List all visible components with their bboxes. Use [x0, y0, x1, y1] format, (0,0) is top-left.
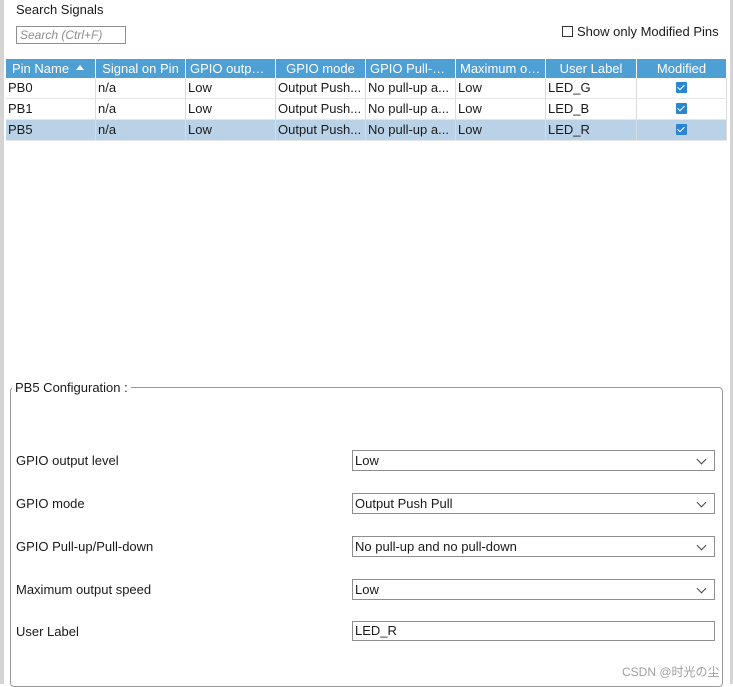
- show-modified-checkbox[interactable]: [562, 26, 573, 37]
- chevron-down-icon: [696, 540, 707, 551]
- col-signal-on-pin[interactable]: Signal on Pin: [96, 59, 186, 78]
- cell-modified: [637, 120, 727, 140]
- cell-pin-name: PB0: [6, 78, 96, 98]
- cell-modified: [637, 78, 727, 98]
- col-maximum-output-speed[interactable]: Maximum ou...: [456, 59, 546, 78]
- col-user-label[interactable]: User Label: [546, 59, 637, 78]
- cell-user-label: LED_B: [546, 99, 637, 119]
- cell-output-level: Low: [186, 99, 276, 119]
- speed-value: Low: [355, 582, 379, 597]
- cell-output-level: Low: [186, 120, 276, 140]
- chevron-down-icon: [696, 497, 707, 508]
- gpio-mode-value: Output Push Pull: [355, 496, 453, 511]
- cell-mode: Output Push...: [276, 78, 366, 98]
- cell-signal: n/a: [96, 120, 186, 140]
- left-border: [0, 0, 4, 684]
- col-gpio-pull[interactable]: GPIO Pull-up...: [366, 59, 456, 78]
- cell-pull: No pull-up a...: [366, 78, 456, 98]
- gpio-mode-select[interactable]: Output Push Pull: [352, 493, 715, 514]
- col-gpio-output-level[interactable]: GPIO output ...: [186, 59, 276, 78]
- chevron-down-icon: [696, 454, 707, 465]
- search-signals-title: Search Signals: [16, 2, 104, 17]
- cell-user-label: LED_G: [546, 78, 637, 98]
- cell-modified: [637, 99, 727, 119]
- cell-mode: Output Push...: [276, 120, 366, 140]
- cell-speed: Low: [456, 78, 546, 98]
- output-level-label: GPIO output level: [16, 453, 119, 468]
- modified-check-icon[interactable]: [676, 82, 687, 94]
- cell-pin-name: PB5: [6, 120, 96, 140]
- modified-check-icon[interactable]: [676, 124, 687, 136]
- speed-label: Maximum output speed: [16, 582, 152, 597]
- pull-value: No pull-up and no pull-down: [355, 539, 517, 554]
- pin-configuration-title: PB5 Configuration :: [12, 380, 131, 395]
- show-modified-label: Show only Modified Pins: [577, 24, 719, 39]
- pull-label: GPIO Pull-up/Pull-down: [16, 539, 154, 554]
- search-input[interactable]: [16, 26, 126, 44]
- user-label-label: User Label: [16, 624, 79, 639]
- col-pin-name[interactable]: Pin Name: [6, 59, 96, 78]
- cell-signal: n/a: [96, 99, 186, 119]
- cell-pull: No pull-up a...: [366, 120, 456, 140]
- cell-speed: Low: [456, 120, 546, 140]
- table-row-pb5[interactable]: PB5 n/a Low Output Push... No pull-up a.…: [6, 120, 727, 141]
- modified-check-icon[interactable]: [676, 103, 687, 115]
- cell-pin-name: PB1: [6, 99, 96, 119]
- speed-select[interactable]: Low: [352, 579, 715, 600]
- cell-user-label: LED_R: [546, 120, 637, 140]
- output-level-select[interactable]: Low: [352, 450, 715, 471]
- chevron-down-icon: [696, 583, 707, 594]
- watermark: CSDN @时光の尘: [622, 665, 720, 679]
- col-gpio-mode[interactable]: GPIO mode: [276, 59, 366, 78]
- sort-ascending-icon: [76, 65, 84, 70]
- user-label-input[interactable]: LED_R: [352, 621, 715, 641]
- pins-table: Pin Name Signal on Pin GPIO output ... G…: [6, 59, 727, 141]
- gpio-mode-label: GPIO mode: [16, 496, 85, 511]
- col-modified[interactable]: Modified: [637, 59, 727, 78]
- table-row-pb1[interactable]: PB1 n/a Low Output Push... No pull-up a.…: [6, 99, 727, 120]
- cell-mode: Output Push...: [276, 99, 366, 119]
- show-modified-toggle[interactable]: Show only Modified Pins: [562, 24, 719, 39]
- table-header: Pin Name Signal on Pin GPIO output ... G…: [6, 59, 727, 78]
- pull-select[interactable]: No pull-up and no pull-down: [352, 536, 715, 557]
- output-level-value: Low: [355, 453, 379, 468]
- cell-output-level: Low: [186, 78, 276, 98]
- cell-speed: Low: [456, 99, 546, 119]
- cell-pull: No pull-up a...: [366, 99, 456, 119]
- table-row-pb0[interactable]: PB0 n/a Low Output Push... No pull-up a.…: [6, 78, 727, 99]
- cell-signal: n/a: [96, 78, 186, 98]
